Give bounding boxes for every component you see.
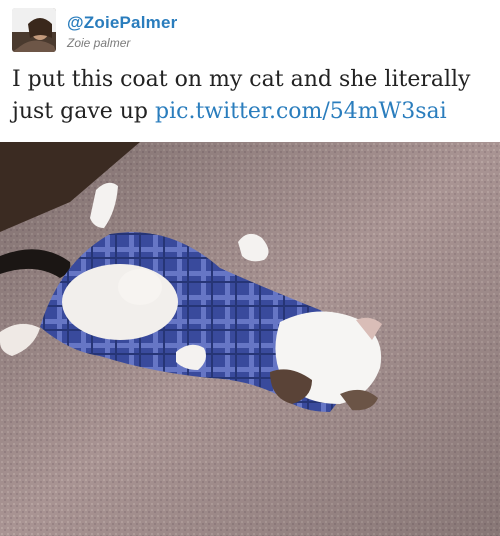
tweet-header: @ZoiePalmer Zoie palmer — [12, 6, 488, 52]
user-handle-link[interactable]: @ZoiePalmer — [67, 13, 177, 33]
profile-photo-icon — [12, 8, 56, 52]
avatar[interactable] — [12, 8, 56, 52]
cat-in-coat-photo — [0, 142, 500, 536]
tweet-text: I put this coat on my cat and she litera… — [12, 64, 492, 128]
pic-link[interactable]: pic.twitter.com/54mW3sai — [155, 99, 447, 124]
tweet-photo[interactable] — [0, 142, 500, 536]
display-name: Zoie palmer — [67, 36, 131, 50]
